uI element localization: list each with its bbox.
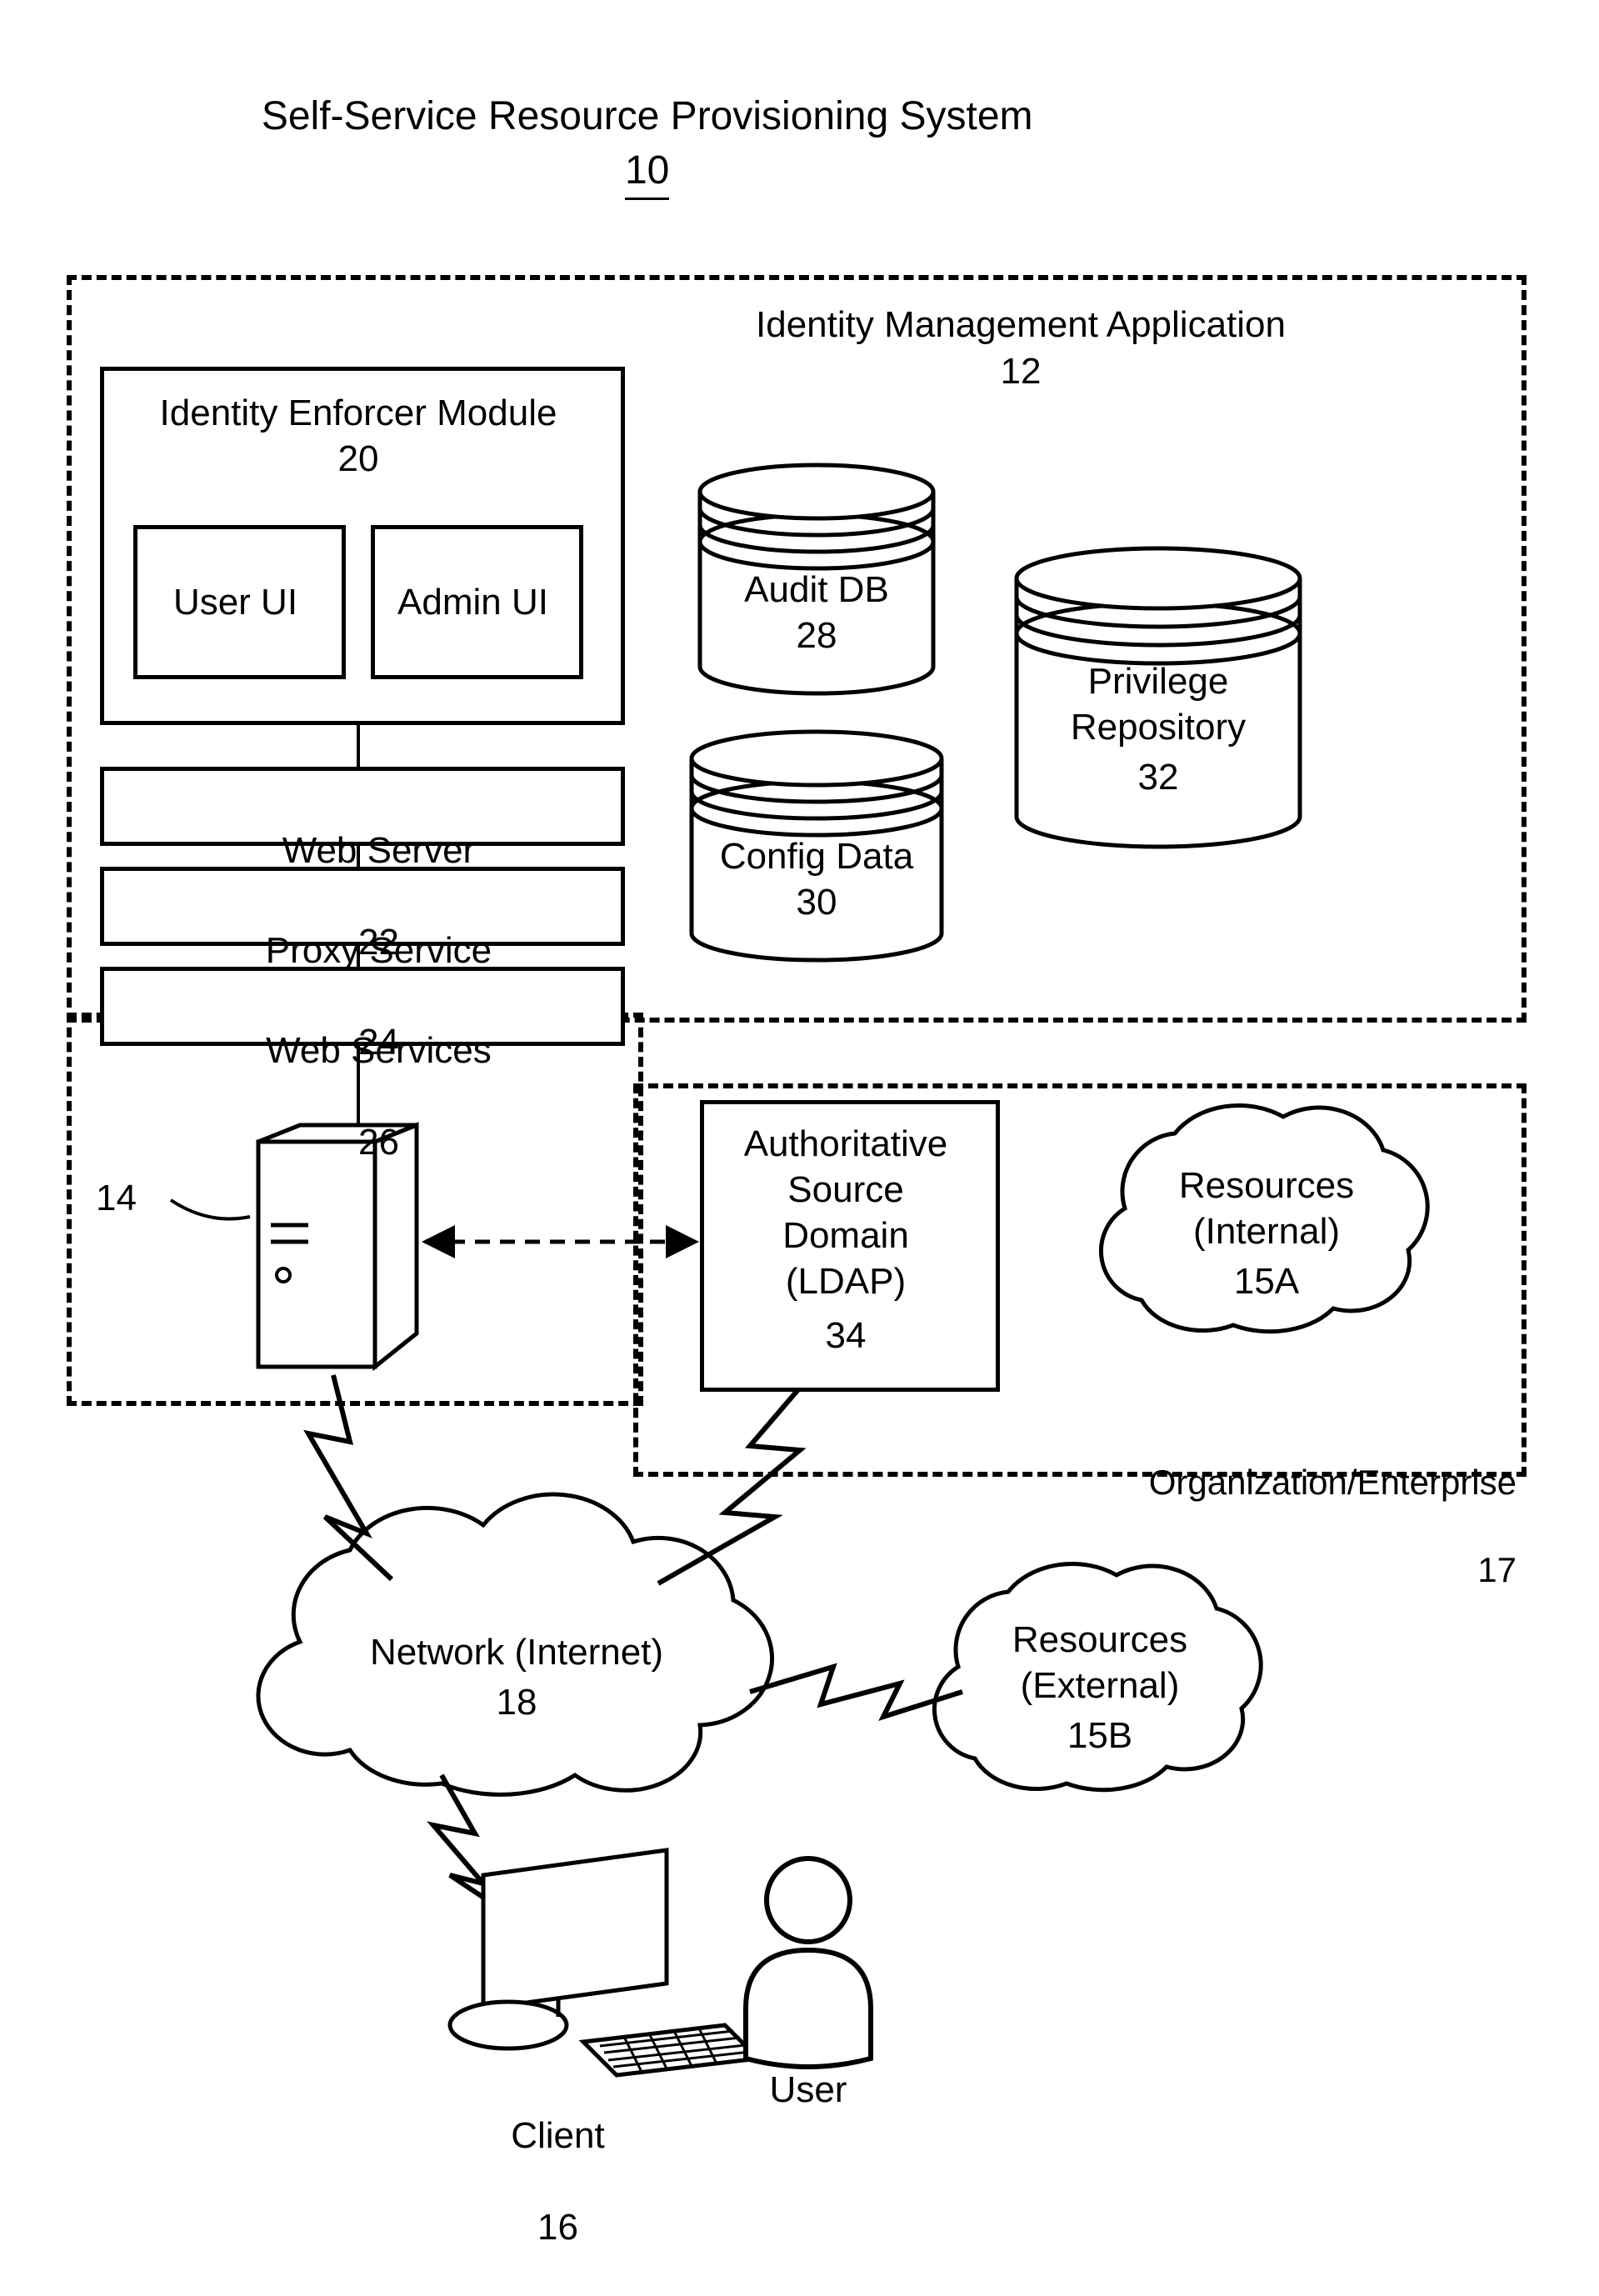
ima-title: Identity Management Application <box>583 302 1458 348</box>
user-icon <box>746 1858 871 2067</box>
network-line1: Network (Internet) <box>300 1629 733 1675</box>
enforcer-ref: 20 <box>100 436 617 482</box>
resources-external-line1: Resources <box>950 1617 1250 1663</box>
asd-line4: (LDAP) <box>700 1258 992 1304</box>
client-monitor-icon <box>450 1850 667 2048</box>
user-label: User <box>704 2067 912 2113</box>
privilege-repo-ref: 32 <box>1008 754 1308 800</box>
user-ui-label: User UI <box>133 579 337 625</box>
ima-ref: 12 <box>583 348 1458 394</box>
server-ref: 14 <box>96 1175 179 1221</box>
diagram-canvas: Self-Service Resource Provisioning Syste… <box>0 0 1599 2161</box>
org-label: Organization/Enterprise 17 <box>783 1417 1517 1636</box>
asd-line3: Domain <box>700 1213 992 1258</box>
enforcer-title: Identity Enforcer Module <box>100 390 617 436</box>
config-data-ref: 30 <box>683 879 950 925</box>
asd-line2: Source <box>700 1167 992 1213</box>
org-label-text: Organization/Enterprise <box>1149 1463 1517 1502</box>
asd-line1: Authoritative <box>700 1121 992 1167</box>
resources-internal-ref: 15A <box>1117 1258 1417 1304</box>
client-label: Client 16 <box>392 2067 683 2296</box>
org-ref: 17 <box>1477 1550 1517 1589</box>
privilege-repo-line2: Repository <box>1008 704 1308 750</box>
resources-external-line2: (External) <box>950 1663 1250 1708</box>
config-data-label: Config Data <box>683 833 950 879</box>
admin-ui-label: Admin UI <box>371 579 575 625</box>
privilege-repo-line1: Privilege <box>1008 658 1308 704</box>
audit-db-ref: 28 <box>692 613 942 658</box>
resources-internal-line1: Resources <box>1117 1163 1417 1208</box>
audit-db-label: Audit DB <box>692 567 942 613</box>
resources-external-ref: 15B <box>950 1713 1250 1758</box>
resources-internal-line2: (Internal) <box>1117 1208 1417 1254</box>
title-ref-num: 10 <box>625 146 669 200</box>
network-ref: 18 <box>300 1679 733 1725</box>
lightning-network-resext <box>750 1667 962 1717</box>
asd-ref: 34 <box>700 1313 992 1358</box>
title-ref: 10 <box>0 96 1250 250</box>
